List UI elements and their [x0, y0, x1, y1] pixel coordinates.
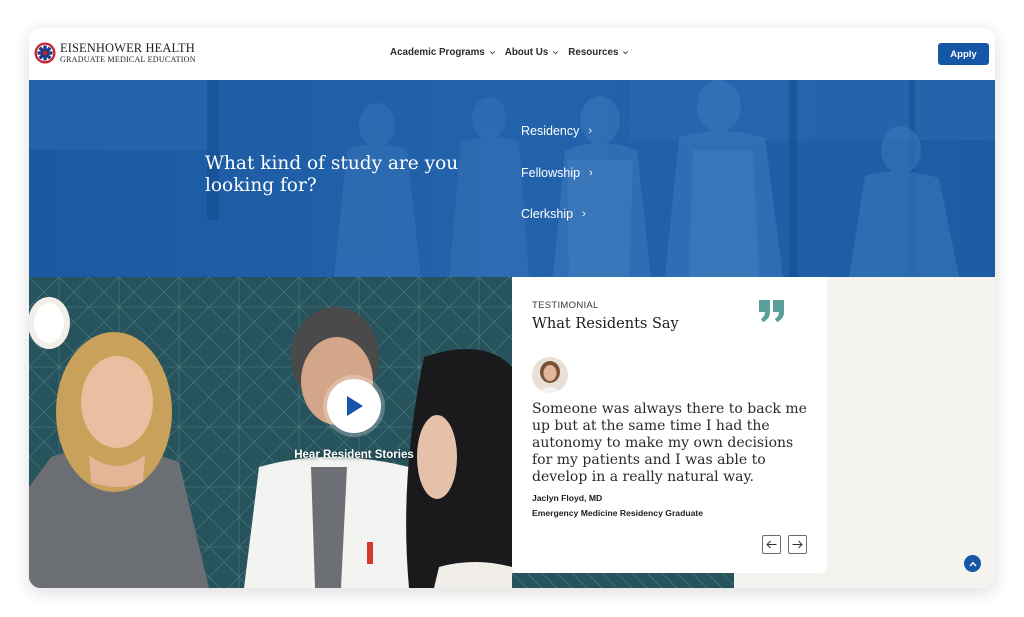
- video-label: Hear Resident Stories: [294, 449, 414, 461]
- scroll-to-top-button[interactable]: [964, 555, 981, 572]
- hero-heading: What kind of study are you looking for?: [205, 153, 459, 196]
- chevron-right-icon: ›: [589, 167, 593, 179]
- chevron-up-icon: [968, 561, 977, 566]
- nav-resources[interactable]: Resources: [568, 47, 629, 58]
- hero-background-photo: [29, 80, 995, 277]
- hero-link-residency[interactable]: Residency ›: [521, 124, 592, 138]
- arrow-left-icon: [766, 540, 777, 549]
- testimonial-author: Jaclyn Floyd, MD: [532, 493, 603, 503]
- play-icon: [347, 396, 363, 416]
- brand-subtitle: GRADUATE MEDICAL EDUCATION: [60, 54, 196, 64]
- hero-link-fellowship[interactable]: Fellowship ›: [521, 166, 593, 180]
- chevron-down-icon: [489, 51, 495, 55]
- nav-about-us[interactable]: About Us: [505, 47, 560, 58]
- previous-testimonial-button[interactable]: [762, 535, 781, 554]
- testimonial-card: TESTIMONIAL What Residents Say Someone w…: [512, 277, 827, 573]
- chevron-down-icon: [553, 51, 559, 55]
- chevron-right-icon: ›: [582, 208, 586, 220]
- chevron-down-icon: [623, 51, 629, 55]
- testimonial-heading: What Residents Say: [532, 316, 679, 332]
- apply-button[interactable]: Apply: [938, 43, 989, 65]
- nav-academic-programs[interactable]: Academic Programs: [390, 47, 496, 58]
- testimonial-eyebrow: TESTIMONIAL: [532, 300, 599, 311]
- testimonial-author-role: Emergency Medicine Residency Graduate: [532, 508, 703, 518]
- testimonial-quote: Someone was always there to back me up b…: [532, 401, 807, 485]
- arrow-right-icon: [792, 540, 803, 549]
- eisenhower-logo-icon: [34, 42, 56, 64]
- hero-link-clerkship[interactable]: Clerkship ›: [521, 207, 586, 221]
- play-video-button[interactable]: [327, 379, 381, 433]
- main-nav: Academic Programs About Us Resources: [390, 47, 638, 58]
- brand-logo[interactable]: EISENHOWER HEALTH GRADUATE MEDICAL EDUCA…: [34, 42, 196, 64]
- video-thumbnail-photo: [29, 277, 512, 588]
- site-header: EISENHOWER HEALTH GRADUATE MEDICAL EDUCA…: [29, 28, 995, 80]
- browser-page: EISENHOWER HEALTH GRADUATE MEDICAL EDUCA…: [29, 28, 995, 588]
- decorative-pattern-strip: [512, 573, 734, 588]
- next-testimonial-button[interactable]: [788, 535, 807, 554]
- author-avatar: [532, 357, 568, 393]
- hero-banner: What kind of study are you looking for? …: [29, 80, 995, 277]
- chevron-right-icon: ›: [588, 125, 593, 137]
- quote-icon: [759, 300, 784, 322]
- resident-stories-video[interactable]: Hear Resident Stories: [29, 277, 512, 588]
- brand-name: EISENHOWER HEALTH: [60, 41, 195, 56]
